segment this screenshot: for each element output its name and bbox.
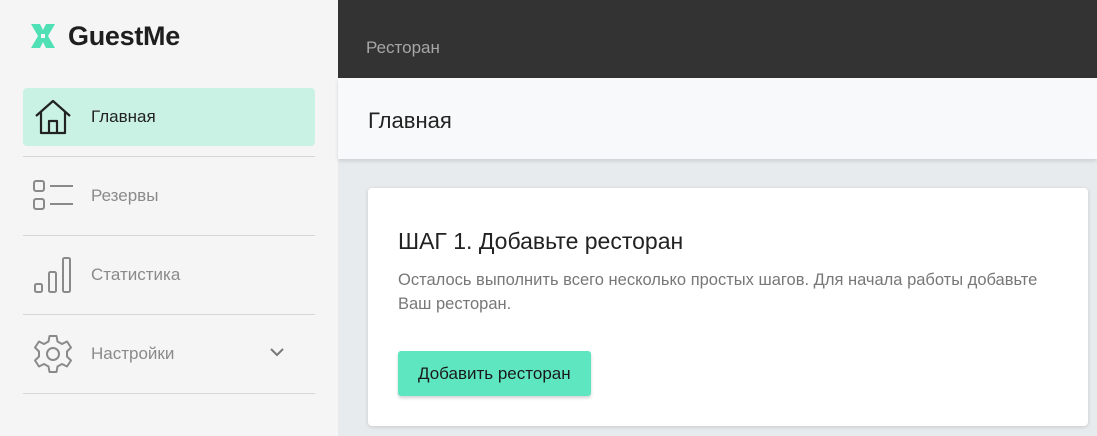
page-title: Главная	[368, 108, 452, 133]
logo[interactable]: GuestMe	[28, 18, 180, 54]
home-icon	[25, 94, 81, 140]
sidebar-item-statistics[interactable]: Статистика	[23, 246, 315, 304]
x-logo-icon	[31, 24, 55, 48]
app-name: GuestMe	[68, 20, 180, 51]
onboarding-card: ШАГ 1. Добавьте ресторан Осталось выполн…	[368, 188, 1088, 426]
gear-icon	[25, 331, 81, 377]
bar-chart-icon	[25, 252, 81, 298]
sidebar-item-home[interactable]: Главная	[23, 88, 315, 146]
card-description: Осталось выполнить всего несколько прост…	[398, 271, 1038, 313]
sidebar-item-label: Резервы	[91, 186, 159, 205]
chevron-down-icon[interactable]	[267, 342, 287, 362]
list-icon	[25, 173, 81, 219]
divider	[23, 235, 315, 236]
sidebar-item-settings[interactable]: Настройки	[23, 325, 315, 383]
sidebar-nav: Главная Резервы Статистика Настройки	[23, 88, 315, 404]
topbar-title: Ресторан	[366, 38, 440, 57]
card-title: ШАГ 1. Добавьте ресторан	[398, 228, 684, 254]
top-bar: Ресторан	[338, 0, 1097, 78]
sidebar-item-label: Главная	[91, 107, 156, 126]
add-restaurant-button[interactable]: Добавить ресторан	[398, 351, 591, 396]
divider	[23, 156, 315, 157]
sidebar-item-label: Настройки	[91, 344, 175, 363]
sidebar: GuestMe Главная Резервы Статистика Настр…	[0, 0, 338, 436]
divider	[23, 314, 315, 315]
divider	[23, 393, 315, 394]
sidebar-item-reservations[interactable]: Резервы	[23, 167, 315, 225]
page-header: Главная	[338, 78, 1097, 159]
sidebar-item-label: Статистика	[91, 265, 181, 284]
